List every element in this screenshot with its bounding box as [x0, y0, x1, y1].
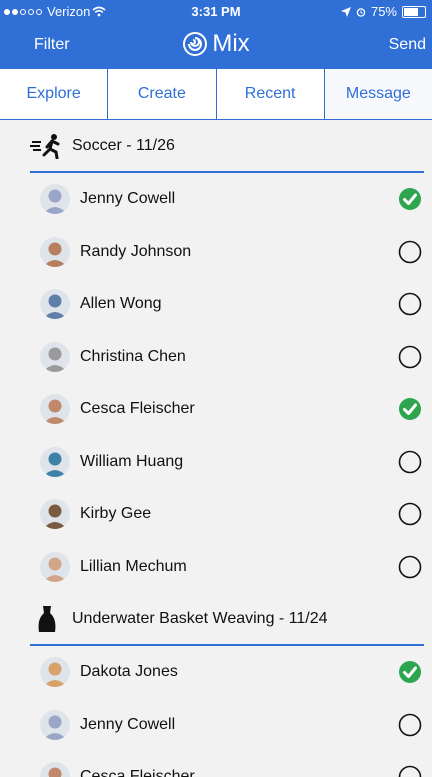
contact-row-randy-johnson[interactable]: Randy Johnson — [0, 226, 432, 279]
empty-circle-icon[interactable] — [398, 765, 422, 777]
empty-circle-icon[interactable] — [398, 555, 422, 579]
tab-bar: Explore Create Recent Message — [0, 69, 432, 120]
tab-recent[interactable]: Recent — [217, 69, 325, 119]
tab-explore[interactable]: Explore — [0, 69, 109, 119]
empty-circle-icon[interactable] — [398, 240, 422, 264]
group-header-soccer[interactable]: Soccer - 11/26 — [0, 120, 432, 171]
contact-name: Dakota Jones — [80, 663, 178, 681]
contact-row-william-huang[interactable]: William Huang — [0, 436, 432, 489]
contact-name: Cesca Fleischer — [80, 400, 195, 418]
contact-name: William Huang — [80, 452, 184, 470]
contact-row-lillian-mechum[interactable]: Lillian Mechum — [0, 541, 432, 594]
contact-row-cesca-fleischer[interactable]: Cesca Fleischer — [0, 383, 432, 436]
avatar — [40, 551, 70, 582]
vase-icon — [30, 605, 64, 632]
avatar — [40, 341, 70, 372]
group-title: Soccer - 11/26 — [72, 136, 175, 154]
empty-circle-icon[interactable] — [398, 345, 422, 369]
group-title: Underwater Basket Weaving - 11/24 — [72, 609, 328, 627]
status-bar: Verizon 3:31 PM 75% — [0, 0, 432, 22]
avatar — [40, 446, 70, 477]
battery-icon — [402, 5, 426, 18]
contact-row-dakota-jones[interactable]: Dakota Jones — [0, 646, 432, 699]
avatar — [40, 762, 70, 777]
contact-list: Soccer - 11/26 Jenny Cowell Randy Johnson… — [0, 120, 432, 777]
avatar — [40, 499, 70, 530]
avatar — [40, 657, 70, 688]
contact-row-allen-wong[interactable]: Allen Wong — [0, 278, 432, 331]
contact-row-cesca-fleischer[interactable]: Cesca Fleischer — [0, 751, 432, 777]
tab-message[interactable]: Message — [324, 69, 432, 119]
checkmark-selected-icon[interactable] — [398, 660, 422, 684]
contact-name: Allen Wong — [80, 295, 162, 313]
app-logo: Mix — [0, 30, 432, 58]
send-button[interactable]: Send — [389, 36, 426, 54]
contact-row-kirby-gee[interactable]: Kirby Gee — [0, 488, 432, 541]
empty-circle-icon[interactable] — [398, 292, 422, 316]
contact-row-christina-chen[interactable]: Christina Chen — [0, 331, 432, 384]
group-header-basket-weaving[interactable]: Underwater Basket Weaving - 11/24 — [0, 593, 432, 644]
checkmark-selected-icon[interactable] — [398, 397, 422, 421]
location-arrow-icon — [340, 6, 351, 17]
avatar — [40, 236, 70, 267]
avatar — [40, 394, 70, 425]
checkmark-selected-icon[interactable] — [398, 187, 422, 211]
contact-name: Jenny Cowell — [80, 190, 176, 208]
status-right: 75% — [340, 4, 426, 19]
tab-create[interactable]: Create — [108, 69, 217, 119]
contact-name: Cesca Fleischer — [80, 768, 195, 777]
contact-name: Jenny Cowell — [80, 715, 176, 733]
app-title: Mix — [212, 30, 250, 57]
contact-name: Lillian Mechum — [80, 557, 187, 575]
spiral-logo-icon — [183, 32, 208, 56]
battery-percent: 75% — [370, 4, 397, 19]
empty-circle-icon[interactable] — [398, 713, 422, 737]
avatar — [40, 709, 70, 740]
alarm-icon — [356, 7, 366, 17]
contact-name: Christina Chen — [80, 347, 186, 365]
avatar — [40, 289, 70, 320]
contact-row-jenny-cowell[interactable]: Jenny Cowell — [0, 173, 432, 226]
contact-row-jenny-cowell[interactable]: Jenny Cowell — [0, 699, 432, 752]
empty-circle-icon[interactable] — [398, 502, 422, 526]
contact-name: Kirby Gee — [80, 505, 152, 523]
contact-name: Randy Johnson — [80, 242, 192, 260]
avatar — [40, 184, 70, 215]
top-bar: Verizon 3:31 PM 75% Filter Mix Send — [0, 0, 432, 69]
runner-icon — [30, 133, 64, 159]
nav-bar: Filter Mix Send — [0, 22, 432, 69]
empty-circle-icon[interactable] — [398, 450, 422, 474]
